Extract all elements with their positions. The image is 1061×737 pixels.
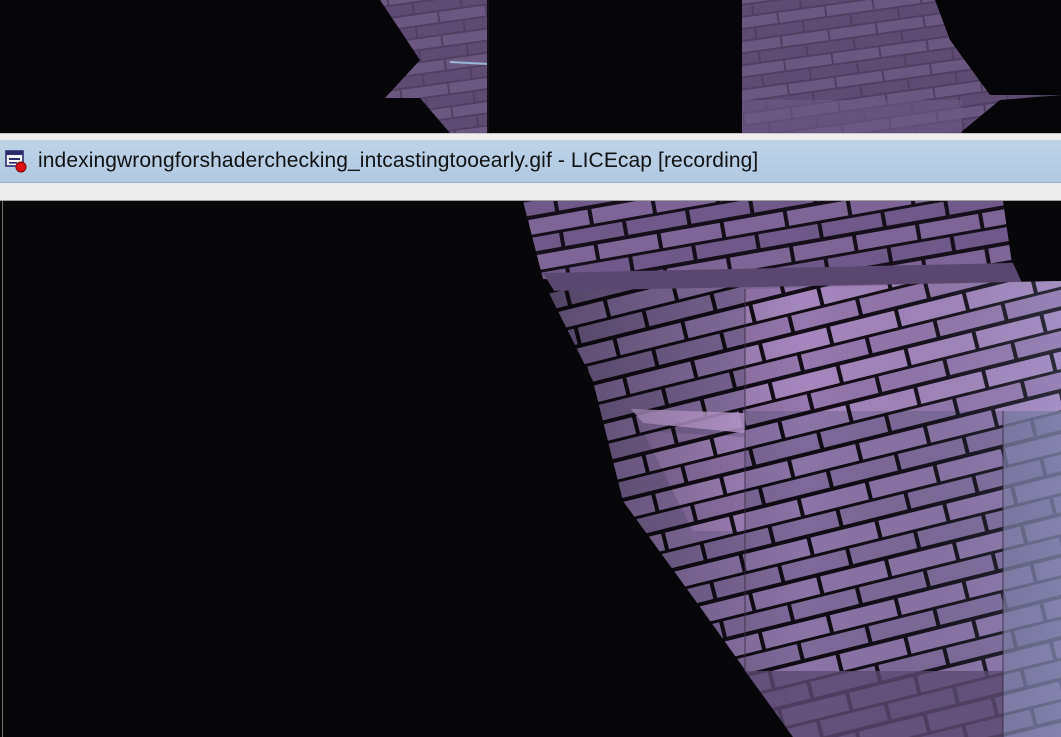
licecap-recording-icon[interactable] (4, 148, 30, 174)
window-frame-band[interactable] (0, 183, 1061, 201)
screen: indexingwrongforshaderchecking_intcastin… (0, 0, 1061, 737)
background-render (0, 0, 1061, 133)
capture-viewport[interactable] (2, 201, 1061, 737)
background-render-image (0, 0, 1061, 133)
captured-render-image (3, 201, 1061, 737)
window-title: indexingwrongforshaderchecking_intcastin… (38, 149, 759, 172)
window-top-border (0, 133, 1061, 140)
title-bar[interactable]: indexingwrongforshaderchecking_intcastin… (0, 140, 1061, 183)
